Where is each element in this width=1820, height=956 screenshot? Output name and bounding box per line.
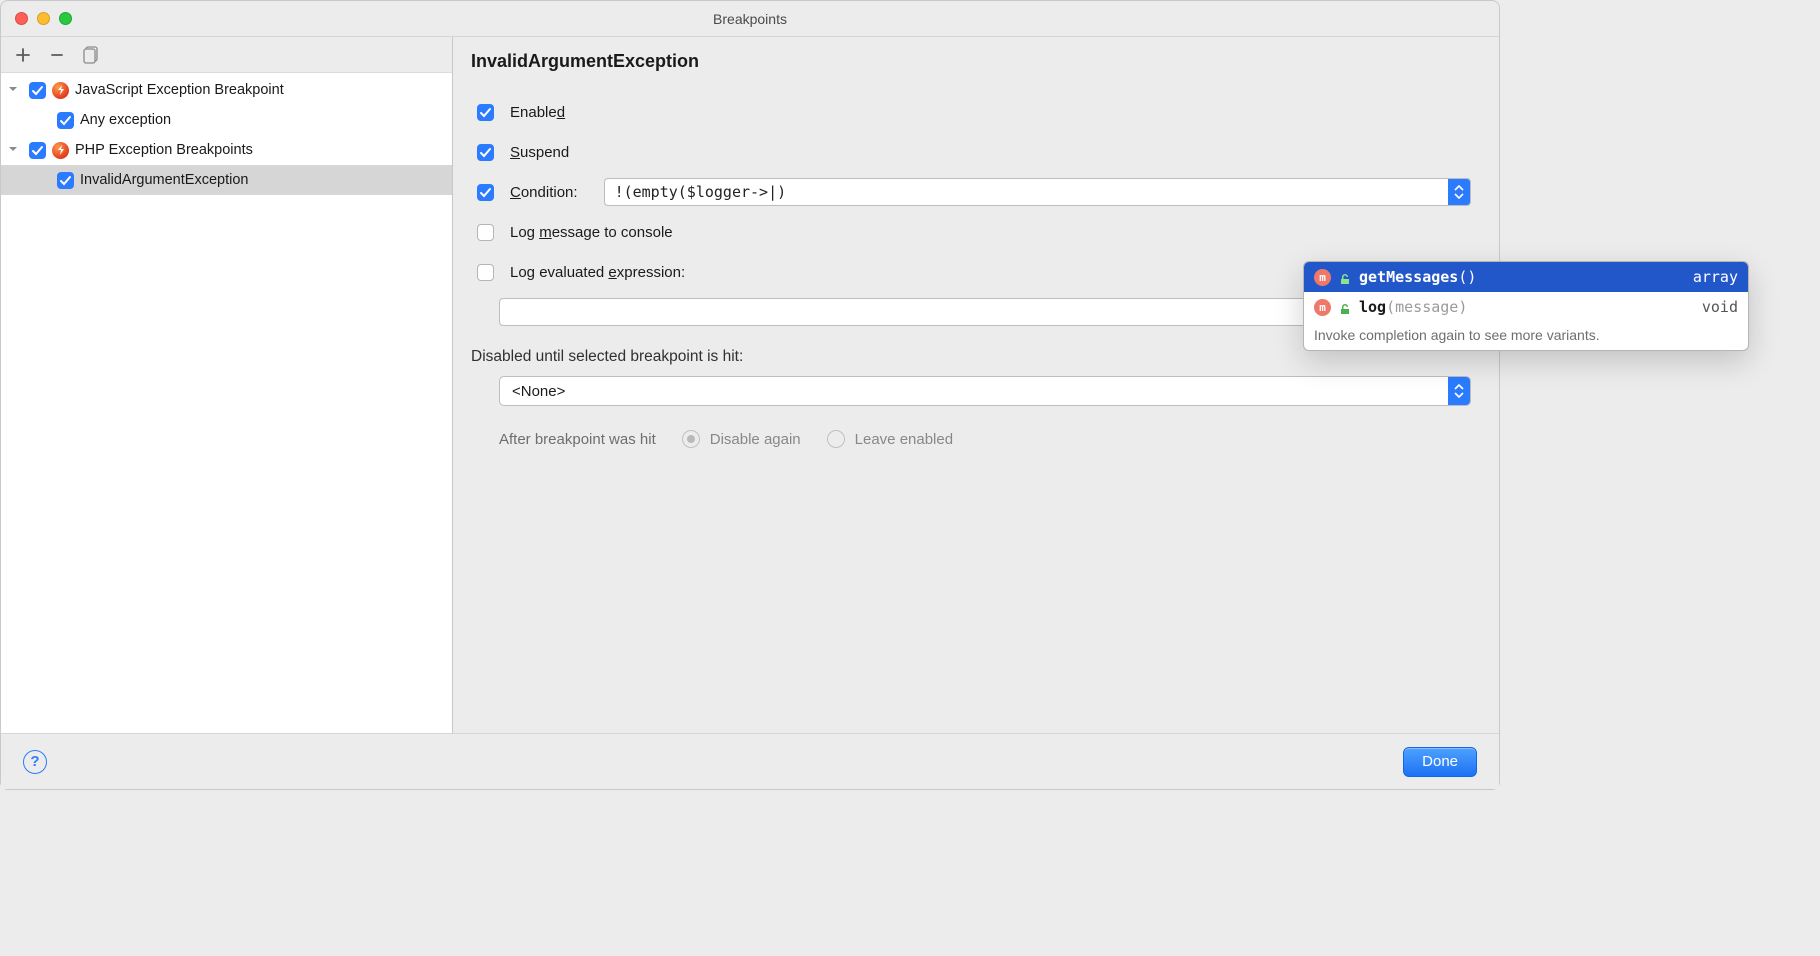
- exception-breakpoint-icon: [52, 142, 69, 159]
- after-hit-leave-enabled-radio[interactable]: Leave enabled: [827, 430, 953, 448]
- minimize-window-button[interactable]: [37, 12, 50, 25]
- dialog-footer: ? Done: [1, 733, 1499, 789]
- dropdown-handle-icon[interactable]: [1448, 377, 1470, 405]
- completion-return-type: void: [1702, 298, 1738, 316]
- group-checkbox[interactable]: [29, 82, 46, 99]
- done-button[interactable]: Done: [1403, 747, 1477, 777]
- disabled-until-combobox[interactable]: <None>: [499, 376, 1471, 406]
- log-expression-label: Log evaluated expression:: [510, 264, 685, 281]
- help-button[interactable]: ?: [23, 750, 47, 774]
- disclosure-triangle-icon[interactable]: [7, 83, 21, 97]
- group-checkbox[interactable]: [29, 142, 46, 159]
- completion-return-type: array: [1693, 268, 1738, 286]
- details-title: InvalidArgumentException: [471, 51, 1471, 72]
- window-controls: [15, 12, 72, 25]
- method-icon: m: [1314, 269, 1331, 286]
- add-breakpoint-button[interactable]: [13, 45, 33, 65]
- suspend-checkbox[interactable]: [477, 144, 494, 161]
- group-by-file-icon[interactable]: [81, 45, 101, 65]
- breakpoints-list-panel: JavaScript Exception Breakpoint Any exce…: [1, 37, 453, 733]
- tree-item-label: InvalidArgumentException: [80, 172, 248, 188]
- log-expression-checkbox[interactable]: [477, 264, 494, 281]
- completion-item-getmessages[interactable]: m getMessages() array: [1304, 262, 1748, 292]
- tree-item-invalid-argument-exception[interactable]: InvalidArgumentException: [1, 165, 452, 195]
- tree-group-js-exceptions[interactable]: JavaScript Exception Breakpoint: [1, 75, 452, 105]
- tree-item-any-exception[interactable]: Any exception: [1, 105, 452, 135]
- tree-group-label: JavaScript Exception Breakpoint: [75, 82, 284, 98]
- remove-breakpoint-button[interactable]: [47, 45, 67, 65]
- condition-label: Condition:: [510, 184, 578, 201]
- breakpoint-details-panel: InvalidArgumentException Enabled Suspend: [453, 37, 1499, 733]
- enabled-label: Enabled: [510, 104, 565, 121]
- titlebar: Breakpoints: [1, 1, 1499, 37]
- code-completion-popup[interactable]: m getMessages() array m log(message) voi…: [1303, 261, 1749, 351]
- tree-item-label: Any exception: [80, 112, 171, 128]
- disclosure-triangle-icon[interactable]: [7, 143, 21, 157]
- condition-checkbox[interactable]: [477, 184, 494, 201]
- tree-group-php-exceptions[interactable]: PHP Exception Breakpoints: [1, 135, 452, 165]
- public-lock-icon: [1339, 301, 1351, 313]
- completion-item-log[interactable]: m log(message) void: [1304, 292, 1748, 322]
- window-title: Breakpoints: [1, 11, 1499, 27]
- breakpoints-tree[interactable]: JavaScript Exception Breakpoint Any exce…: [1, 73, 452, 733]
- log-console-label: Log message to console: [510, 224, 673, 241]
- after-hit-group: After breakpoint was hit Disable again L…: [499, 430, 1471, 448]
- public-lock-icon: [1339, 271, 1351, 283]
- item-checkbox[interactable]: [57, 172, 74, 189]
- method-icon: m: [1314, 299, 1331, 316]
- breakpoints-dialog: Breakpoints: [0, 0, 1500, 790]
- exception-breakpoint-icon: [52, 82, 69, 99]
- dropdown-handle-icon[interactable]: [1448, 179, 1470, 205]
- zoom-window-button[interactable]: [59, 12, 72, 25]
- after-hit-disable-label: Disable again: [710, 431, 801, 448]
- suspend-label: Suspend: [510, 144, 569, 161]
- after-hit-disable-again-radio[interactable]: Disable again: [682, 430, 801, 448]
- completion-hint: Invoke completion again to see more vari…: [1304, 322, 1748, 350]
- tree-group-label: PHP Exception Breakpoints: [75, 142, 253, 158]
- close-window-button[interactable]: [15, 12, 28, 25]
- completion-signature: log(message): [1359, 298, 1694, 316]
- condition-input[interactable]: !(empty($logger->|): [604, 178, 1471, 206]
- condition-code[interactable]: !(empty($logger->|): [605, 183, 1448, 201]
- after-hit-leave-label: Leave enabled: [855, 431, 953, 448]
- disabled-until-value: <None>: [512, 383, 1448, 400]
- list-toolbar: [1, 37, 452, 73]
- item-checkbox[interactable]: [57, 112, 74, 129]
- dialog-content: JavaScript Exception Breakpoint Any exce…: [1, 37, 1499, 733]
- enabled-checkbox[interactable]: [477, 104, 494, 121]
- after-hit-label: After breakpoint was hit: [499, 431, 656, 448]
- log-console-checkbox[interactable]: [477, 224, 494, 241]
- completion-signature: getMessages(): [1359, 268, 1685, 286]
